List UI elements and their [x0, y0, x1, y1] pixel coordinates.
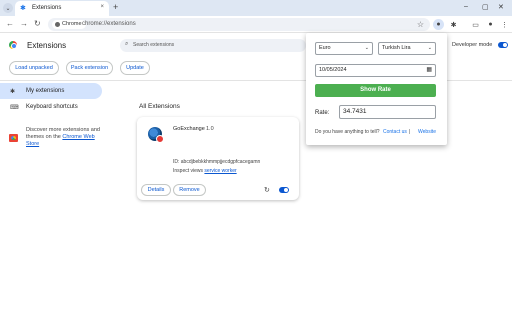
to-currency-select[interactable]: Turkish Lira ⌄: [378, 42, 436, 55]
new-tab-button[interactable]: +: [113, 2, 118, 12]
feedback-text: Do you have anything to tell?: [315, 129, 380, 135]
service-worker-link[interactable]: service worker: [204, 168, 236, 174]
web-store-icon: [9, 134, 18, 142]
goexchange-extension-icon[interactable]: ●: [433, 19, 444, 30]
extension-version: 1.0: [206, 126, 214, 132]
bookmark-star-icon[interactable]: ☆: [417, 20, 424, 29]
back-icon[interactable]: ←: [6, 19, 14, 28]
sidebar-item-label: My extensions: [26, 88, 65, 94]
tab-close-icon[interactable]: ×: [100, 4, 104, 10]
tab-search-button[interactable]: ⌄: [3, 3, 13, 13]
menu-kebab-icon[interactable]: ⋮: [499, 19, 510, 30]
developer-mode-toggle[interactable]: [498, 42, 508, 48]
reload-icon[interactable]: ↻: [34, 19, 41, 28]
site-info-chip[interactable]: Chrome: [52, 20, 86, 29]
load-unpacked-button[interactable]: Load unpacked: [9, 61, 59, 75]
calendar-icon[interactable]: ▦: [426, 65, 432, 76]
tab-strip: ⌄ ✱ Extensions × + – ▢ ✕: [0, 0, 512, 16]
puzzle-icon: ✱: [10, 88, 16, 95]
chrome-logo-icon: [9, 41, 17, 49]
reload-extension-icon[interactable]: ↻: [264, 186, 270, 194]
tab-extensions[interactable]: ✱ Extensions ×: [15, 1, 109, 16]
extension-card: GoExchange 1.0 ID: abcdjbebkkhmmpjjecdgp…: [137, 117, 299, 200]
extension-enable-toggle[interactable]: [279, 187, 289, 193]
profile-avatar-icon[interactable]: ●: [485, 19, 496, 30]
goexchange-popup: Euro ⌄ Turkish Lira ⌄ 10/05/2024 ▦ Show …: [306, 33, 447, 145]
puzzle-icon: ✱: [20, 5, 26, 12]
search-extensions-input[interactable]: ⌕ Search extensions: [120, 39, 306, 52]
search-placeholder: Search extensions: [133, 42, 175, 48]
update-button[interactable]: Update: [120, 61, 150, 75]
address-bar[interactable]: Chrome chrome://extensions ☆: [48, 18, 430, 31]
chevron-down-icon: ⌄: [364, 45, 369, 51]
inspect-label: Inspect views: [173, 168, 205, 174]
browser-toolbar: ← → ↻ Chrome chrome://extensions ☆ ● ✱ ▭…: [0, 16, 512, 33]
website-link[interactable]: Website: [418, 129, 436, 135]
remove-button[interactable]: Remove: [173, 184, 206, 196]
to-currency-value: Turkish Lira: [382, 45, 411, 51]
side-panel-icon[interactable]: ▭: [470, 19, 481, 30]
details-button[interactable]: Details: [141, 184, 171, 196]
sidebar-item-keyboard-shortcuts[interactable]: ⌨ Keyboard shortcuts: [0, 99, 102, 115]
all-extensions-heading: All Extensions: [139, 103, 180, 110]
chevron-down-icon: ⌄: [427, 45, 432, 51]
minimize-icon[interactable]: –: [464, 3, 468, 10]
from-currency-value: Euro: [319, 45, 331, 51]
from-currency-select[interactable]: Euro ⌄: [315, 42, 373, 55]
date-input[interactable]: 10/05/2024 ▦: [315, 64, 436, 77]
sidebar-item-my-extensions[interactable]: ✱ My extensions: [0, 83, 102, 99]
url-text: chrome://extensions: [82, 21, 136, 27]
developer-mode-label: Developer mode: [452, 42, 493, 48]
extension-id: ID: abcdjbebkkhmmpjjecdgpfcacegamn: [173, 159, 261, 165]
inspect-views: Inspect views service worker: [173, 168, 237, 174]
tab-title: Extensions: [32, 5, 62, 11]
footer-separator: |: [409, 129, 411, 135]
extension-name: GoExchange: [173, 126, 205, 132]
extensions-puzzle-icon[interactable]: ✱: [448, 19, 459, 30]
rate-output[interactable]: 34.7431: [339, 105, 436, 119]
forward-icon[interactable]: →: [20, 19, 28, 28]
search-icon: ⌕: [125, 41, 129, 47]
pack-extension-button[interactable]: Pack extension: [66, 61, 113, 75]
keyboard-icon: ⌨: [10, 104, 19, 111]
page-title: Extensions: [27, 41, 67, 50]
chrome-icon: [55, 22, 60, 27]
date-value: 10/05/2024: [319, 67, 347, 73]
close-window-icon[interactable]: ✕: [498, 3, 504, 11]
contact-us-link[interactable]: Contact us: [383, 129, 407, 135]
maximize-icon[interactable]: ▢: [482, 3, 489, 11]
rate-label: Rate:: [315, 110, 330, 116]
web-store-note: Discover more extensions and themes on t…: [26, 127, 104, 148]
sidebar-item-label: Keyboard shortcuts: [26, 104, 78, 110]
extension-badge-icon: [156, 135, 164, 143]
show-rate-button[interactable]: Show Rate: [315, 84, 436, 97]
chip-label: Chrome: [62, 21, 82, 27]
